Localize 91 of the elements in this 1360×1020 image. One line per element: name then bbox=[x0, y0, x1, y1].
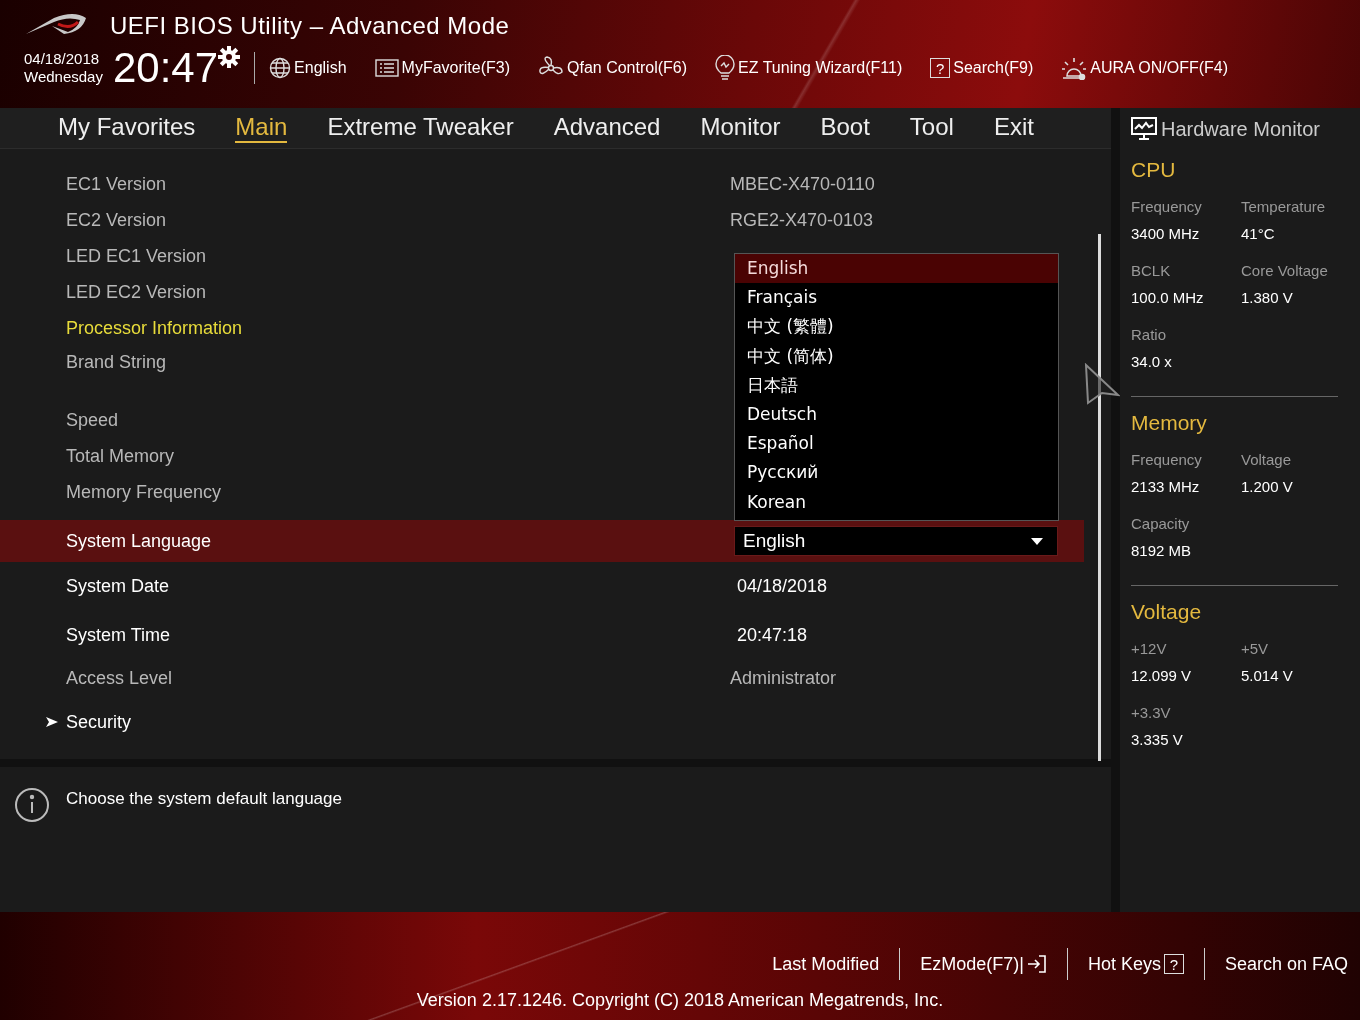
reading-value: 100.0 MHz bbox=[1131, 289, 1205, 306]
menu-tab[interactable]: Extreme Tweaker bbox=[327, 113, 514, 143]
menu-tab[interactable]: Monitor bbox=[700, 113, 781, 143]
lightbulb-icon bbox=[715, 55, 736, 81]
toolbar-button[interactable]: AURA ON/OFF(F4) bbox=[1061, 56, 1229, 80]
footer-link[interactable]: Hot Keys ? bbox=[1087, 953, 1184, 975]
window-title: UEFI BIOS Utility – Advanced Mode bbox=[110, 12, 510, 40]
toolbar-button[interactable]: English bbox=[269, 57, 347, 79]
setting-label[interactable]: LED EC1 Version bbox=[66, 245, 207, 267]
arrow-icon bbox=[46, 717, 58, 727]
footer-link[interactable]: EzMode(F7)| bbox=[920, 953, 1047, 975]
reading-label: Ratio bbox=[1131, 326, 1168, 343]
menu-tab[interactable]: Tool bbox=[909, 113, 954, 143]
reading-label: Voltage bbox=[1241, 451, 1293, 468]
reading-value: 8192 MB bbox=[1131, 542, 1193, 559]
help-box-icon: ? bbox=[930, 58, 951, 78]
info-icon bbox=[14, 787, 50, 823]
reading-label: Frequency bbox=[1131, 198, 1203, 215]
setting-label[interactable]: LED EC2 Version bbox=[66, 281, 207, 303]
setting-value: RGE2-X470-0103 bbox=[730, 209, 874, 231]
panel-title: Hardware Monitor bbox=[1161, 117, 1320, 141]
reading-value: 41°C bbox=[1241, 225, 1276, 242]
section-title: CPU bbox=[1131, 158, 1177, 182]
clock-time: 20:47 bbox=[112, 44, 219, 92]
menu-option[interactable]: Korean bbox=[735, 487, 1058, 517]
menu-tab[interactable]: Advanced bbox=[553, 113, 661, 143]
value-field[interactable]: 04/18/2018 bbox=[737, 576, 828, 597]
menu-option[interactable]: Русский bbox=[735, 458, 1058, 488]
toolbar-button[interactable]: Qfan Control(F6) bbox=[538, 56, 688, 80]
setting-label[interactable]: Processor Information bbox=[66, 317, 243, 339]
menu-option[interactable]: 日本語 bbox=[735, 370, 1058, 400]
menu-option[interactable]: Deutsch bbox=[735, 399, 1058, 430]
menu-tab[interactable]: Boot bbox=[820, 113, 870, 143]
reading-value: 5.014 V bbox=[1241, 667, 1294, 684]
help-box-icon: ? bbox=[1163, 954, 1184, 974]
reading-label: BCLK bbox=[1131, 262, 1172, 279]
toolbar-button[interactable]: ? Search(F9) bbox=[930, 58, 1034, 78]
menu-option[interactable]: Español bbox=[735, 429, 1058, 459]
setting-label[interactable]: Access Level bbox=[66, 667, 173, 689]
settings-icon[interactable] bbox=[218, 46, 241, 68]
reading-label: Frequency bbox=[1131, 451, 1203, 468]
reading-value: 34.0 x bbox=[1131, 353, 1173, 370]
reading-value: 1.380 V bbox=[1241, 289, 1294, 306]
caret-icon bbox=[1031, 537, 1043, 545]
date-text: 04/18/2018 bbox=[24, 50, 101, 68]
reading-value: 2133 MHz bbox=[1131, 478, 1201, 495]
reading-label: +12V bbox=[1131, 640, 1168, 657]
reading-value: 1.200 V bbox=[1241, 478, 1294, 495]
section-title: Memory bbox=[1131, 411, 1208, 435]
menu-tab[interactable]: My Favorites bbox=[58, 113, 196, 143]
footer-link[interactable]: Search on FAQ bbox=[1224, 953, 1348, 975]
reading-label: Core Voltage bbox=[1241, 262, 1329, 279]
value-field[interactable]: 20:47:18 bbox=[737, 625, 808, 646]
menu-tab[interactable]: Exit bbox=[993, 113, 1034, 143]
lamp-icon bbox=[1061, 56, 1088, 80]
help-text: Choose the system default language bbox=[66, 789, 342, 809]
setting-value: MBEC-X470-0110 bbox=[730, 173, 875, 195]
reading-label: +3.3V bbox=[1131, 704, 1172, 721]
monitor-icon bbox=[1131, 117, 1157, 141]
reading-value: 3400 MHz bbox=[1131, 225, 1201, 242]
reading-label: Temperature bbox=[1241, 198, 1327, 215]
footer-link[interactable]: Last Modified bbox=[772, 953, 880, 975]
menu-option[interactable]: English bbox=[735, 254, 1058, 284]
setting-label[interactable]: EC1 Version bbox=[66, 173, 167, 195]
language-dropdown[interactable]: English bbox=[734, 526, 1058, 556]
toolbar-button[interactable]: MyFavorite(F3) bbox=[374, 58, 510, 78]
setting-value: Administrator bbox=[730, 667, 837, 689]
setting-label[interactable]: Security bbox=[66, 711, 132, 733]
globe-icon bbox=[269, 57, 292, 79]
section-title: Voltage bbox=[1131, 600, 1203, 624]
menu-tab[interactable]: Main bbox=[235, 113, 288, 143]
exit-icon bbox=[1026, 954, 1047, 974]
reading-label: Capacity bbox=[1131, 515, 1191, 532]
setting-label[interactable]: Brand String bbox=[66, 352, 167, 373]
toolbar-button[interactable]: EZ Tuning Wizard(F11) bbox=[715, 55, 903, 81]
setting-label[interactable]: Speed bbox=[66, 409, 119, 431]
version-text: Version 2.17.1246. Copyright (C) 2018 American Megatrends, Inc. bbox=[416, 990, 944, 1011]
setting-label[interactable]: System Date bbox=[66, 576, 170, 597]
weekday-text: Wednesday bbox=[24, 68, 103, 86]
menu-option[interactable]: Français bbox=[735, 283, 1058, 313]
setting-label[interactable]: EC2 Version bbox=[66, 209, 167, 231]
setting-label[interactable]: System Language bbox=[66, 530, 212, 552]
setting-label[interactable]: System Time bbox=[66, 625, 171, 646]
reading-value: 12.099 V bbox=[1131, 667, 1193, 684]
setting-label[interactable]: Memory Frequency bbox=[66, 481, 222, 503]
setting-label[interactable]: Total Memory bbox=[66, 445, 175, 467]
menu-option[interactable]: 中文 (简体) bbox=[735, 341, 1058, 371]
reading-label: +5V bbox=[1241, 640, 1270, 657]
reading-value: 3.335 V bbox=[1131, 731, 1184, 748]
list-icon bbox=[374, 58, 399, 78]
menu-option[interactable]: 中文 (繁體) bbox=[735, 312, 1058, 342]
